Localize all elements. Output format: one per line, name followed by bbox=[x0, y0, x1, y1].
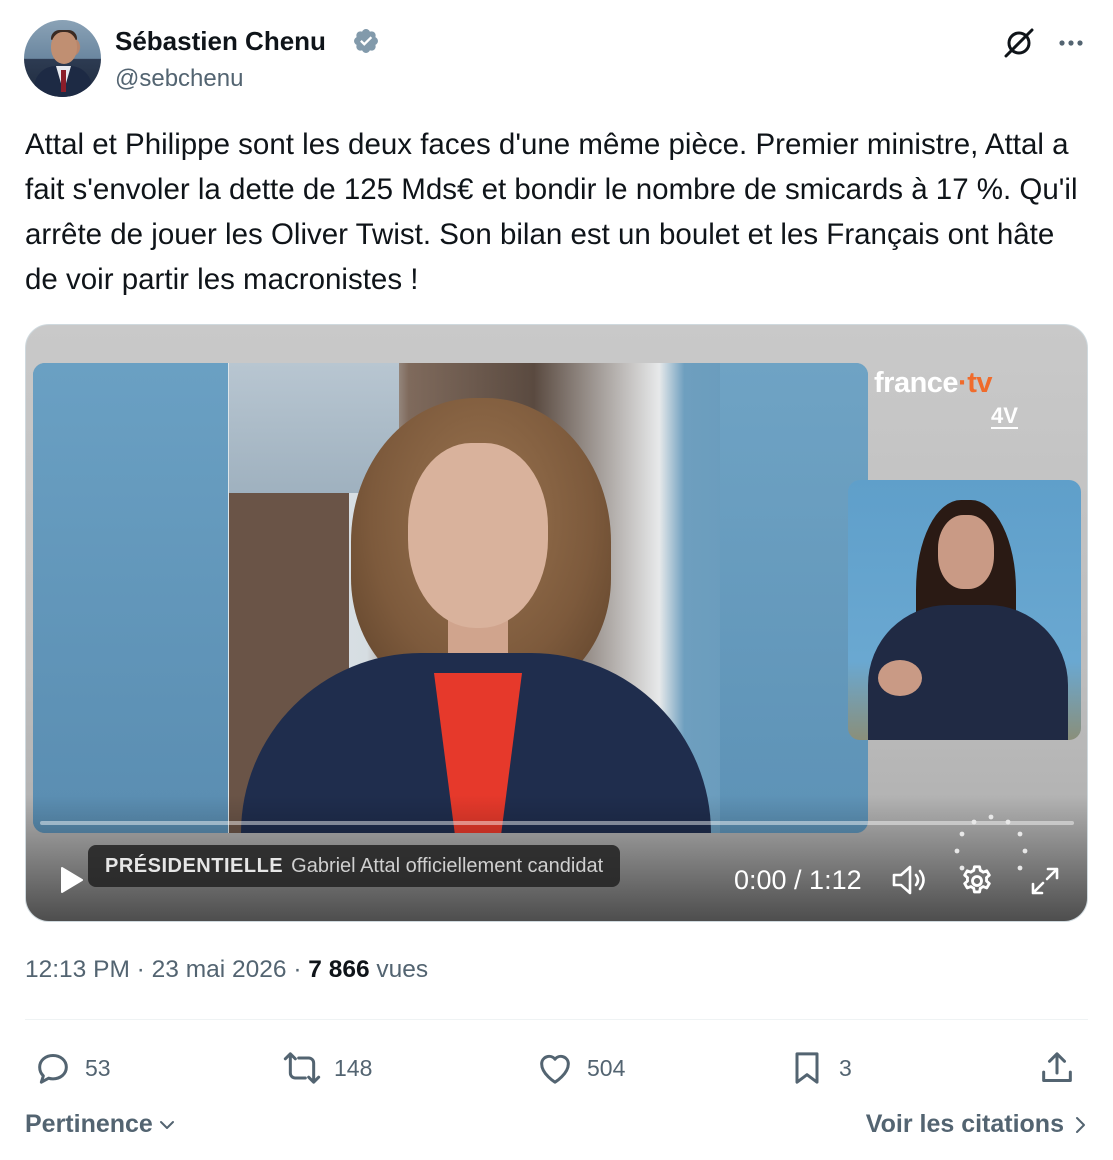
meta-separator: · bbox=[129, 956, 152, 983]
repost-count: 148 bbox=[334, 1054, 373, 1081]
share-icon bbox=[1042, 1052, 1072, 1082]
views-label: vues bbox=[376, 956, 429, 983]
play-icon[interactable] bbox=[56, 865, 86, 895]
author-handle[interactable]: @sebchenu bbox=[115, 65, 243, 93]
chevron-down-icon bbox=[159, 1120, 174, 1129]
progress-bar[interactable] bbox=[40, 821, 1074, 825]
volume-icon[interactable] bbox=[890, 863, 930, 897]
like-count: 504 bbox=[587, 1054, 626, 1081]
reply-count: 53 bbox=[85, 1054, 111, 1081]
video-player[interactable]: france·tv 4V PRÉSIDENTIELLE Gabriel Atta… bbox=[25, 324, 1088, 922]
verified-badge-icon bbox=[354, 29, 378, 53]
tweet-header: Sébastien Chenu @sebchenu bbox=[24, 20, 1094, 100]
author-name[interactable]: Sébastien Chenu bbox=[115, 26, 326, 57]
sort-label: Pertinence bbox=[25, 1110, 153, 1138]
share-button[interactable] bbox=[1037, 1040, 1077, 1096]
grok-icon[interactable] bbox=[1002, 26, 1036, 60]
tweet-meta: 12:13 PM · 23 mai 2026 · 7 866 vues bbox=[25, 956, 428, 984]
replies-footer: Pertinence Voir les citations bbox=[25, 1108, 1088, 1148]
tweet-date[interactable]: 23 mai 2026 bbox=[152, 956, 287, 983]
channel-brand-suffix: ·tv bbox=[958, 367, 992, 399]
news-ticker: PRÉSIDENTIELLE Gabriel Attal officiellem… bbox=[88, 845, 621, 887]
video-frame bbox=[33, 363, 868, 833]
reply-icon bbox=[38, 1054, 68, 1084]
view-quotes-link[interactable]: Voir les citations bbox=[866, 1110, 1088, 1139]
more-options-icon[interactable] bbox=[1054, 26, 1088, 60]
tweet-time[interactable]: 12:13 PM bbox=[25, 956, 130, 983]
views-count: 7 866 bbox=[308, 956, 370, 983]
like-button[interactable]: 504 bbox=[535, 1040, 625, 1096]
bookmark-icon bbox=[795, 1052, 819, 1084]
meta-separator-2: · bbox=[286, 956, 309, 983]
fullscreen-icon[interactable] bbox=[1028, 864, 1062, 898]
ticker-tag: PRÉSIDENTIELLE bbox=[105, 854, 284, 877]
repost-button[interactable]: 148 bbox=[282, 1040, 372, 1096]
action-bar: 53 148 504 3 bbox=[25, 1040, 1088, 1096]
sort-dropdown[interactable]: Pertinence bbox=[25, 1110, 177, 1139]
tweet-text: Attal et Philippe sont les deux faces d'… bbox=[25, 128, 1078, 296]
bookmark-count: 3 bbox=[839, 1054, 852, 1081]
heart-icon bbox=[540, 1054, 570, 1084]
sign-language-inset bbox=[848, 480, 1081, 740]
channel-logo: france·tv bbox=[874, 367, 992, 400]
reply-button[interactable]: 53 bbox=[33, 1040, 111, 1096]
divider bbox=[25, 1019, 1088, 1020]
video-time: 0:00 / 1:12 bbox=[734, 865, 862, 895]
chevron-right-icon bbox=[1076, 1116, 1085, 1133]
quotes-label: Voir les citations bbox=[865, 1110, 1064, 1138]
channel-brand: france bbox=[874, 367, 959, 399]
bookmark-button[interactable]: 3 bbox=[787, 1040, 852, 1096]
ticker-headline: Gabriel Attal officiellement candidat bbox=[291, 854, 604, 877]
settings-gear-icon[interactable] bbox=[959, 863, 995, 899]
channel-sub: 4V bbox=[991, 403, 1018, 429]
repost-icon bbox=[283, 1052, 321, 1084]
avatar[interactable] bbox=[24, 20, 101, 97]
